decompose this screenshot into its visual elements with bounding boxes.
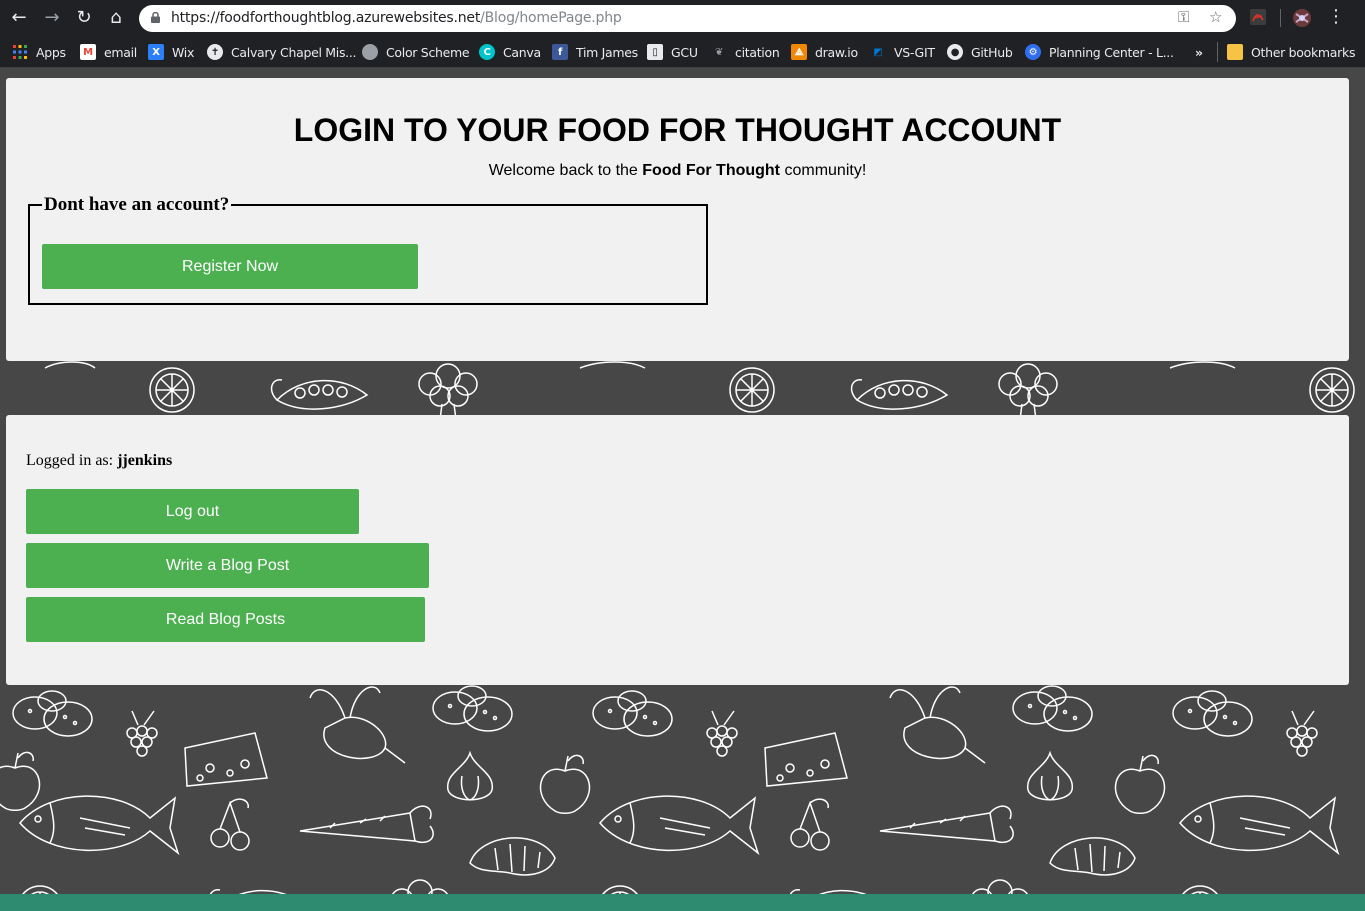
welcome-prefix: Welcome back to the [488, 162, 643, 179]
login-panel: LOGIN TO YOUR FOOD FOR THOUGHT ACCOUNT W… [6, 78, 1349, 361]
github-icon: ● [947, 44, 963, 60]
adobe-pdf-icon[interactable] [1249, 8, 1269, 28]
bookmark-canva[interactable]: C Canva [479, 43, 541, 61]
bookmark-vs-git[interactable]: ◩ VS-GIT [870, 43, 935, 61]
bookmark-planning-center[interactable]: ⚙ Planning Center - L... [1025, 43, 1174, 61]
star-icon[interactable]: ☆ [1209, 8, 1222, 26]
browser-toolbar: ← → ↻ ⌂ https://foodforthoughtblog.azure… [0, 0, 1365, 36]
gmail-icon: M [80, 44, 96, 60]
bookmark-label: citation [735, 44, 780, 60]
bookmarks-overflow-button[interactable]: » [1195, 43, 1203, 61]
folder-icon [1227, 44, 1243, 60]
page-viewport: LOGIN TO YOUR FOOD FOR THOUGHT ACCOUNT W… [0, 68, 1365, 911]
bookmark-label: Wix [172, 44, 195, 60]
bookmark-label: Planning Center - L... [1049, 44, 1174, 60]
bookmark-calvary[interactable]: ✝ Calvary Chapel Mis... [207, 43, 357, 61]
bookmark-label: email [104, 44, 137, 60]
bookmark-tim-james[interactable]: f Tim James [552, 43, 638, 61]
bookmark-email[interactable]: Memail [80, 43, 137, 61]
brand-name: Food For Thought [642, 162, 781, 179]
welcome-message: Welcome back to the Food For Thought com… [6, 162, 1349, 180]
logged-in-label: Logged in as: [26, 452, 118, 469]
bookmark-wix[interactable]: X Wix [148, 43, 194, 61]
bookmark-gcu[interactable]: ▯ GCU [647, 43, 698, 61]
register-legend: Dont have an account? [42, 194, 232, 216]
bookmark-drawio[interactable]: ⟁ draw.io [791, 43, 858, 61]
url-text: https://foodforthoughtblog.azurewebsites… [171, 10, 622, 26]
bookmark-label: GCU [671, 44, 698, 60]
bookmark-apps[interactable]: Apps [12, 43, 66, 61]
color-scheme-icon [362, 44, 378, 60]
username: jjenkins [117, 452, 173, 469]
write-blog-post-button[interactable]: Write a Blog Post [26, 543, 429, 588]
forward-icon[interactable]: → [41, 7, 63, 29]
url-path: /Blog/homePage.php [480, 10, 622, 26]
bookmark-label: Apps [36, 44, 66, 60]
gcu-icon: ▯ [647, 44, 663, 60]
bookmark-label: draw.io [815, 44, 858, 60]
bookmark-label: Tim James [576, 44, 638, 60]
logout-button[interactable]: Log out [26, 489, 359, 534]
planning-center-icon: ⚙ [1025, 44, 1041, 60]
azure-devops-icon: ◩ [873, 46, 883, 58]
wix-icon: X [148, 44, 164, 60]
apps-grid-icon [12, 44, 28, 60]
bookmark-label: Other bookmarks [1251, 44, 1356, 60]
window-bottom-edge [0, 894, 1365, 911]
read-blog-posts-button[interactable]: Read Blog Posts [26, 597, 425, 642]
citation-icon: ❦ [714, 46, 724, 58]
bookmark-other[interactable]: Other bookmarks [1227, 43, 1355, 61]
bookmark-label: Calvary Chapel Mis... [231, 44, 357, 60]
address-bar[interactable]: https://foodforthoughtblog.azurewebsites… [139, 5, 1236, 32]
bookmark-label: GitHub [971, 44, 1013, 60]
key-icon[interactable]: ⚿ [1178, 8, 1189, 26]
bookmark-color-scheme[interactable]: Color Scheme [362, 43, 470, 61]
register-fieldset: Dont have an account? Register Now [28, 194, 708, 305]
bookmarks-bar: Apps Memail X Wix ✝ Calvary Chapel Mis... … [0, 36, 1365, 68]
bookmark-label: Canva [503, 44, 541, 60]
home-icon[interactable]: ⌂ [105, 7, 127, 29]
drawio-icon: ⟁ [791, 44, 807, 60]
back-icon[interactable]: ← [8, 7, 30, 29]
logged-in-status: Logged in as: jjenkins [26, 452, 172, 470]
toolbar-separator [1280, 9, 1281, 27]
url-host: https://foodforthoughtblog.azurewebsites… [171, 10, 481, 26]
bookmark-label: Color Scheme [386, 44, 470, 60]
bookmark-citation[interactable]: ❦ citation [711, 43, 780, 61]
profile-avatar-icon[interactable] [1292, 8, 1312, 28]
user-panel: Logged in as: jjenkins Log out Write a B… [6, 415, 1349, 685]
bookmark-label: VS-GIT [894, 44, 935, 60]
welcome-suffix: community! [780, 162, 867, 179]
lock-icon [151, 12, 160, 23]
canva-icon: C [479, 44, 495, 60]
register-now-button[interactable]: Register Now [42, 244, 418, 289]
reload-icon[interactable]: ↻ [73, 7, 95, 29]
facebook-icon: f [552, 44, 568, 60]
bookmark-github[interactable]: ● GitHub [947, 43, 1013, 61]
bookmarks-separator [1217, 42, 1218, 62]
menu-dots-icon[interactable]: ⋮ [1327, 6, 1345, 27]
page-title: LOGIN TO YOUR FOOD FOR THOUGHT ACCOUNT [293, 112, 1062, 148]
calvary-icon: ✝ [207, 44, 223, 60]
